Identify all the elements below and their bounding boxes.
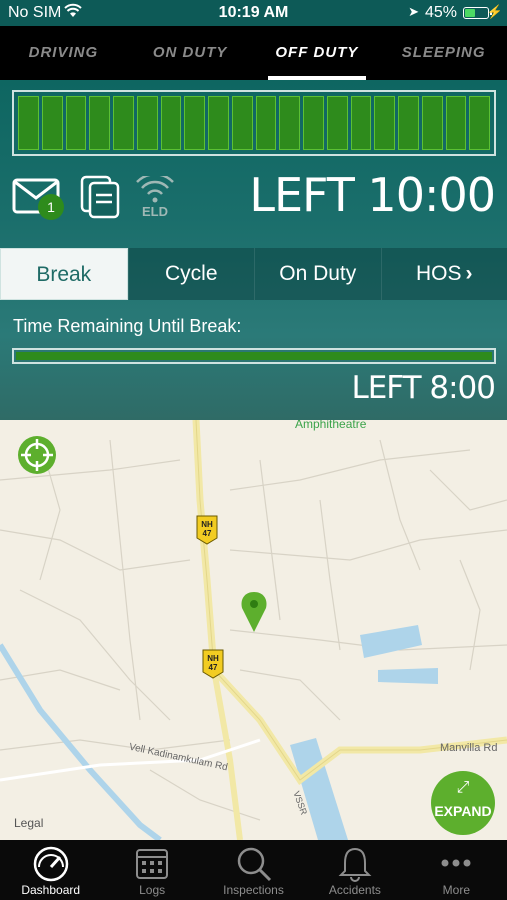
progress-segment [255, 96, 277, 150]
progress-segment [350, 96, 372, 150]
tab-sleeping[interactable]: Sleeping [380, 26, 507, 80]
break-remaining-label: Time Remaining Until Break: [13, 316, 242, 336]
nav-dashboard-label: Dashboard [21, 883, 81, 897]
progress-segment [208, 96, 229, 150]
progress-segment [89, 96, 110, 150]
tab-driving[interactable]: Driving [0, 26, 127, 80]
progress-segment [65, 96, 87, 150]
time-left-total: LEFT 10:00 [249, 168, 496, 222]
break-progress-fill [16, 352, 492, 360]
nav-accidents[interactable]: Accidents [304, 840, 405, 900]
map-label-amphitheatre: Amphitheatre [295, 420, 367, 431]
search-icon [237, 847, 271, 882]
nav-more-label: More [442, 883, 470, 897]
status-bar: No SIM 10:19 AM ➤ 45% ⚡ [0, 0, 507, 26]
calendar-icon [136, 849, 169, 879]
progress-segment [136, 96, 158, 150]
progress-segment [18, 96, 39, 150]
progress-segment [41, 96, 63, 150]
tab-on-duty-clock[interactable]: On Duty [254, 248, 381, 300]
hours-progress-bar [12, 90, 496, 156]
progress-segment [184, 96, 205, 150]
progress-segment [279, 96, 300, 150]
hos-sub-tabs: Break Cycle On Duty HOS › [0, 248, 507, 300]
progress-segment [398, 96, 419, 150]
nav-inspections-label: Inspections [223, 883, 284, 897]
progress-segment [113, 96, 134, 150]
break-progress-bar [12, 348, 496, 364]
expand-label: EXPAND [434, 803, 492, 819]
nav-accidents-label: Accidents [328, 883, 381, 897]
bottom-navigation: Dashboard Logs Inspections Accidents Mor… [0, 840, 507, 900]
message-count-badge: 1 [38, 194, 64, 220]
highway-badge: NH 47 [201, 520, 213, 538]
gauge-icon [33, 846, 68, 882]
nav-logs[interactable]: Logs [101, 840, 202, 900]
tab-hos-label: HOS [415, 262, 462, 285]
battery-percent: 45% [424, 4, 457, 21]
crosshair-icon [21, 439, 53, 471]
nav-more[interactable]: More [406, 840, 507, 900]
locate-me-button[interactable] [18, 436, 56, 474]
progress-segment [303, 96, 324, 150]
location-arrow-icon: ➤ [408, 4, 419, 19]
highway-badge: NH 47 [207, 654, 219, 672]
more-dots-icon [441, 859, 471, 867]
nav-logs-label: Logs [139, 883, 166, 897]
charging-bolt-icon: ⚡ [486, 4, 503, 19]
map-legal-link[interactable]: Legal [14, 816, 43, 830]
chevron-right-icon: › [465, 262, 473, 285]
progress-segment [326, 96, 348, 150]
duty-status-tabs: Driving On Duty Off Duty Sleeping [0, 26, 507, 80]
progress-segment [421, 96, 443, 150]
eld-label: ELD [142, 204, 168, 219]
documents-icon[interactable] [80, 175, 122, 219]
expand-map-button[interactable]: ⤢ EXPAND [431, 771, 495, 835]
battery-icon [463, 7, 492, 19]
map-roads [0, 420, 507, 840]
eld-signal-icon [136, 176, 174, 203]
progress-segment [469, 96, 490, 150]
progress-segment [445, 96, 467, 150]
progress-segment [374, 96, 395, 150]
tab-break[interactable]: Break [0, 248, 128, 300]
tab-cycle[interactable]: Cycle [127, 248, 254, 300]
nav-inspections[interactable]: Inspections [203, 840, 304, 900]
progress-segment [160, 96, 182, 150]
break-time-left: LEFT 8:00 [351, 370, 496, 406]
map-road-label: Manvilla Rd [440, 742, 498, 754]
tab-off-duty[interactable]: Off Duty [254, 26, 381, 80]
bell-icon [338, 847, 372, 882]
tab-hos[interactable]: HOS › [380, 248, 507, 300]
expand-arrows-icon: ⤢ [456, 779, 470, 796]
dashboard-panel: 1 ELD LEFT 10:00 Break Cycle On Duty HOS… [0, 80, 507, 420]
progress-segment [231, 96, 253, 150]
nav-dashboard[interactable]: Dashboard [0, 840, 101, 900]
tab-on-duty[interactable]: On Duty [127, 26, 254, 80]
map-view[interactable]: Amphitheatre NH 47 NH 47 Vell Kadinamkul… [0, 420, 507, 840]
